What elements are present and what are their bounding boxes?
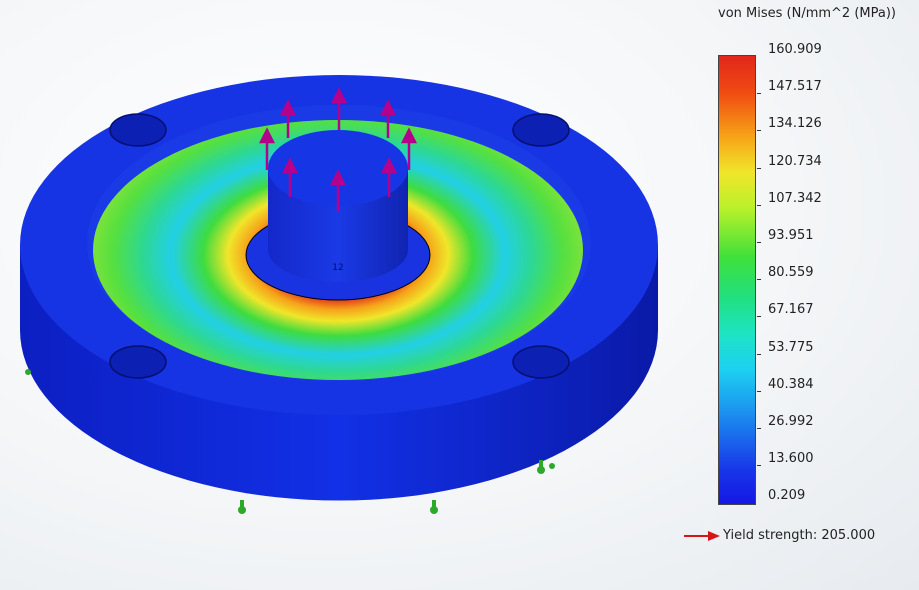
yield-strength-indicator: Yield strength: 205.000 (684, 528, 875, 543)
legend-tick-mark (757, 130, 761, 132)
legend-tick-label: 107.342 (768, 190, 822, 206)
legend-tick-mark (757, 279, 761, 281)
bolt-hole-bottom-right (512, 345, 570, 379)
legend-tick-label: 0.209 (768, 488, 806, 504)
legend-tick-mark (757, 428, 761, 429)
fixture-icon (238, 500, 246, 514)
legend-tick-label: 120.734 (768, 153, 822, 169)
legend-tick-label: 40.384 (768, 376, 814, 392)
yield-arrow-icon (684, 530, 720, 541)
yield-strength-label: Yield strength: 205.000 (723, 528, 876, 543)
legend-tick-label: 80.559 (768, 265, 814, 281)
legend-tick-mark (757, 93, 761, 95)
legend-tick-mark (757, 316, 761, 318)
color-scale-bar[interactable] (718, 55, 756, 505)
legend-tick-mark (757, 353, 761, 355)
legend-tick-label: 147.517 (768, 79, 822, 95)
legend-tick-label: 13.600 (768, 451, 814, 467)
legend-tick-mark (757, 167, 761, 169)
legend-tick-mark (757, 390, 761, 392)
legend-tick-mark (757, 465, 761, 467)
legend-tick-label: 93.951 (768, 228, 814, 243)
bolt-hole-top-right (512, 113, 570, 147)
legend-tick-label: 53.775 (768, 339, 814, 355)
legend-tick-label: 67.167 (768, 302, 814, 318)
legend-title: von Mises (N/mm^2 (MPa)) (718, 6, 896, 21)
legend-tick-mark (757, 204, 761, 206)
fixture-icon (549, 463, 555, 469)
bolt-hole-top-left (109, 113, 167, 147)
fixture-icon (25, 369, 31, 375)
legend-tick-mark (757, 242, 761, 243)
bolt-hole-bottom-left (109, 345, 167, 379)
model-label: 12 (332, 263, 343, 273)
fixture-icon (430, 500, 438, 514)
legend-tick-label: 26.992 (768, 414, 814, 429)
legend-tick-label: 134.126 (768, 116, 822, 132)
legend-tick-label: 160.909 (768, 42, 822, 57)
